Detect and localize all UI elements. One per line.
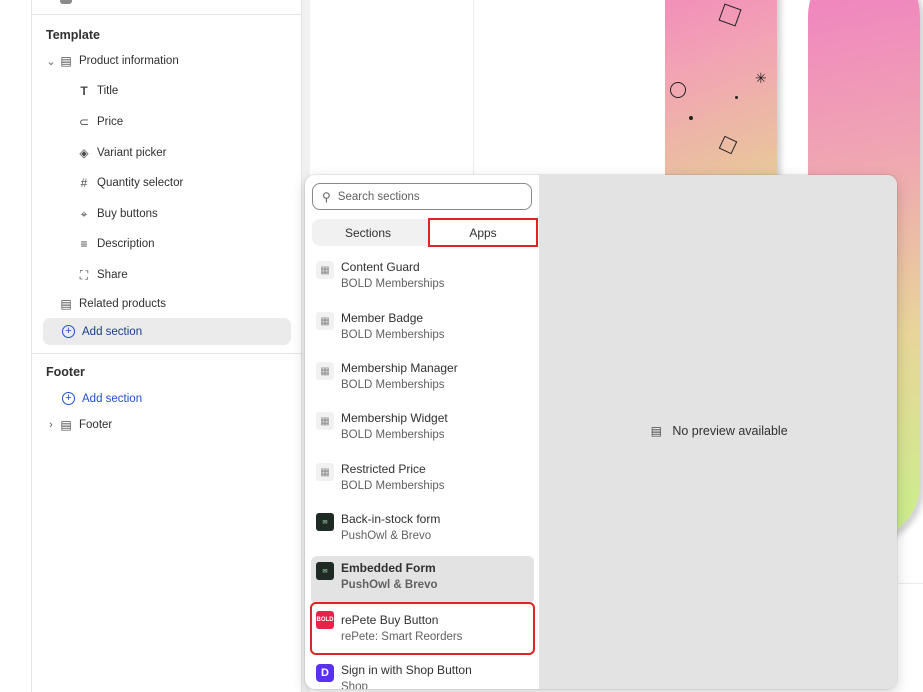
app-block-vendor: BOLD Memberships <box>341 329 445 341</box>
app-block-vendor: BOLD Memberships <box>341 379 445 391</box>
app-block-name: Membership Manager <box>341 361 458 375</box>
app-block-icon: ▦ <box>316 463 334 481</box>
share-icon: ⛶ <box>79 267 89 282</box>
add-section-popover: ⚲ Sections Apps ▦ Content Guard BOLD Mem… <box>305 175 897 689</box>
search-input[interactable] <box>337 190 518 203</box>
app-block-item[interactable]: ▦ Restricted Price BOLD Memberships <box>311 457 534 505</box>
app-block-vendor: BOLD Memberships <box>341 429 445 441</box>
section-icon: ▤ <box>60 54 72 68</box>
app-block-name: Back-in-stock form <box>341 512 441 526</box>
app-block-item[interactable]: ✉ Back-in-stock form PushOwl & Brevo <box>311 507 534 555</box>
text-icon: T <box>80 84 88 98</box>
app-block-icon: ▦ <box>316 362 334 380</box>
block-item-label: Buy buttons <box>97 208 158 220</box>
block-item-label: Price <box>97 116 124 128</box>
pushowl-logo: ✉ <box>316 562 334 580</box>
add-section-button[interactable]: + Add section <box>43 318 291 345</box>
preview-divider <box>473 0 474 176</box>
tree-item-footer[interactable]: › ▤ Footer <box>32 412 302 438</box>
app-block-item[interactable]: ▦ Membership Manager BOLD Memberships <box>311 356 534 404</box>
section-icon: ▤ <box>650 424 662 438</box>
block-item-label: Title <box>97 85 119 97</box>
app-block-item-selected[interactable]: ✉ Embedded Form PushOwl & Brevo <box>311 556 534 604</box>
shop-logo: D <box>316 664 334 682</box>
sidebar: Template ⌄ ▤ Product information T Title… <box>32 0 302 692</box>
no-preview-message: ▤ No preview available <box>539 423 897 439</box>
section-icon: ▤ <box>60 297 72 311</box>
block-item-description[interactable]: ≡ Description <box>32 231 302 257</box>
block-item-price[interactable]: ⊂ Price <box>32 109 302 135</box>
tab-apps[interactable]: Apps <box>428 218 538 247</box>
plus-circle-icon: + <box>62 325 75 338</box>
app-block-name: Content Guard <box>341 260 420 274</box>
search-icon: ⚲ <box>322 189 331 204</box>
app-block-name: rePete Buy Button <box>341 613 439 627</box>
search-sections-field[interactable]: ⚲ <box>312 183 532 210</box>
block-item-quantity-selector[interactable]: # Quantity selector <box>32 170 302 196</box>
template-group-title: Template <box>46 28 100 42</box>
footer-add-section-button[interactable]: + Add section <box>43 385 291 412</box>
pushowl-logo: ✉ <box>316 513 334 531</box>
add-section-label: Add section <box>82 325 143 338</box>
chevron-down-icon[interactable]: ⌄ <box>44 55 58 68</box>
app-block-icon: ▦ <box>316 412 334 430</box>
block-item-share[interactable]: ⛶ Share <box>32 262 302 288</box>
block-item-label: Description <box>97 238 155 250</box>
section-icon: ▤ <box>60 418 72 432</box>
sidebar-top-divider <box>32 0 302 15</box>
app-block-item[interactable]: ▦ Membership Widget BOLD Memberships <box>311 406 534 454</box>
block-item-label: Share <box>97 269 128 281</box>
app-block-item[interactable]: ▦ Content Guard BOLD Memberships <box>311 255 534 303</box>
plus-circle-icon: + <box>62 392 75 405</box>
text-lines-icon: ≡ <box>80 237 88 251</box>
block-item-variant-picker[interactable]: ◈ Variant picker <box>32 140 302 166</box>
app-block-item[interactable]: D Sign in with Shop Button Shop <box>311 658 534 689</box>
hash-icon: # <box>80 176 88 190</box>
no-preview-label: No preview available <box>672 424 788 438</box>
tree-item-label: Related products <box>79 298 166 310</box>
section-preview-pane: ▤ No preview available <box>539 175 897 689</box>
tree-item-label: Footer <box>79 419 113 431</box>
app-block-item-highlighted[interactable]: BOLD rePete Buy Button rePete: Smart Reo… <box>310 602 535 655</box>
app-block-vendor: BOLD Memberships <box>341 480 445 492</box>
section-tabs: Sections Apps <box>312 218 538 247</box>
app-block-name: Restricted Price <box>341 462 426 476</box>
tab-sections[interactable]: Sections <box>312 219 424 246</box>
app-block-item[interactable]: ▦ Member Badge BOLD Memberships <box>311 306 534 354</box>
app-block-icon: ▦ <box>316 261 334 279</box>
footer-group-title: Footer <box>46 365 85 379</box>
app-block-icon: ▦ <box>316 312 334 330</box>
block-item-label: Variant picker <box>97 147 167 159</box>
chevron-right-icon[interactable]: › <box>44 419 58 431</box>
buy-button-icon: ⌖ <box>80 206 88 221</box>
left-rail <box>0 0 32 692</box>
tree-item-related-products[interactable]: ▤ Related products <box>32 291 302 317</box>
app-block-name: Member Badge <box>341 311 424 325</box>
block-item-buy-buttons[interactable]: ⌖ Buy buttons <box>32 201 302 227</box>
block-item-title[interactable]: T Title <box>32 78 302 104</box>
app-block-vendor: Shop <box>341 681 368 689</box>
sidebar-divider <box>32 353 302 354</box>
app-block-name: Embedded Form <box>341 561 436 575</box>
add-section-label: Add section <box>82 392 143 405</box>
app-block-vendor: BOLD Memberships <box>341 278 445 290</box>
app-block-vendor: rePete: Smart Reorders <box>341 631 463 643</box>
variant-icon: ◈ <box>79 146 89 160</box>
tree-item-product-information[interactable]: ⌄ ▤ Product information <box>32 48 302 74</box>
app-block-vendor: PushOwl & Brevo <box>341 530 432 542</box>
theme-editor: Template ⌄ ▤ Product information T Title… <box>0 0 923 692</box>
bold-logo: BOLD <box>316 611 334 629</box>
price-tag-icon: ⊂ <box>78 115 90 129</box>
app-block-name: Membership Widget <box>341 411 448 425</box>
tree-item-label: Product information <box>79 55 179 67</box>
app-block-vendor: PushOwl & Brevo <box>341 579 438 591</box>
app-block-name: Sign in with Shop Button <box>341 663 472 677</box>
preview-divider <box>898 583 923 584</box>
block-item-label: Quantity selector <box>97 177 184 189</box>
